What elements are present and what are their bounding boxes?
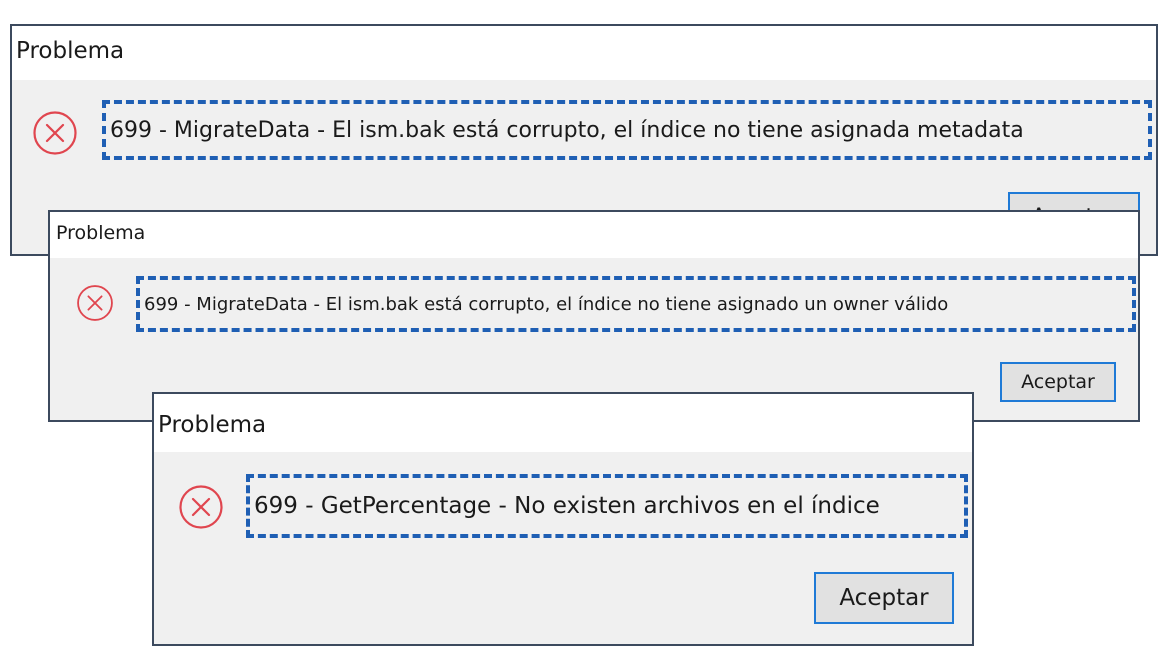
error-icon xyxy=(76,284,114,322)
error-message: 699 - GetPercentage - No existen archivo… xyxy=(254,493,880,519)
dialog-title: Problema xyxy=(12,26,1156,80)
accept-button[interactable]: Aceptar xyxy=(1000,362,1116,402)
error-dialog-owner: Problema 699 - MigrateData - El ism.bak … xyxy=(48,210,1140,422)
dialog-title: Problema xyxy=(154,394,972,452)
error-icon xyxy=(32,110,78,156)
message-highlight: 699 - GetPercentage - No existen archivo… xyxy=(246,474,968,538)
error-message: 699 - MigrateData - El ism.bak está corr… xyxy=(144,293,949,315)
error-dialog-percentage: Problema 699 - GetPercentage - No existe… xyxy=(152,392,974,646)
message-highlight: 699 - MigrateData - El ism.bak está corr… xyxy=(102,100,1152,160)
message-highlight: 699 - MigrateData - El ism.bak está corr… xyxy=(136,276,1136,332)
error-message: 699 - MigrateData - El ism.bak está corr… xyxy=(110,117,1024,143)
error-icon xyxy=(178,484,224,530)
accept-button[interactable]: Aceptar xyxy=(814,572,954,624)
dialog-title: Problema xyxy=(50,212,1138,258)
